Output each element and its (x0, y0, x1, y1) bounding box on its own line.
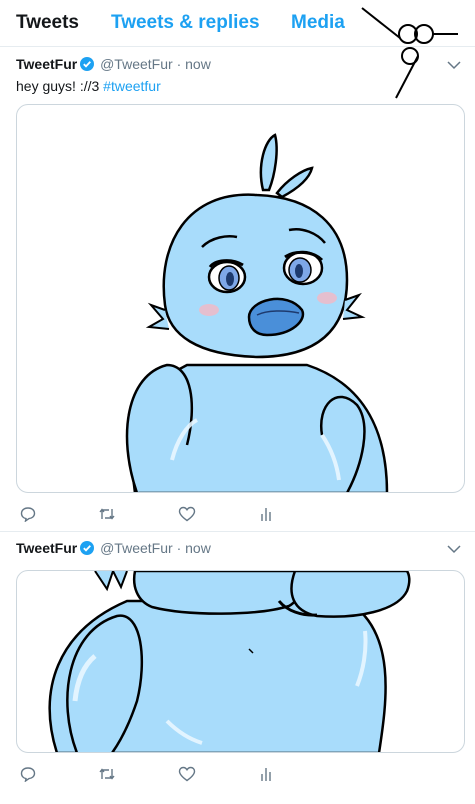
tab-tweets-and-replies[interactable]: Tweets & replies (111, 12, 260, 34)
tweet[interactable]: TweetFur @TweetFur · now (0, 532, 475, 804)
author-handle[interactable]: @TweetFur (100, 540, 173, 556)
timestamp[interactable]: now (185, 540, 211, 556)
chevron-down-icon[interactable] (447, 544, 461, 554)
tweet-header: TweetFur @TweetFur · now (16, 56, 211, 74)
tab-media[interactable]: Media (291, 12, 345, 34)
analytics-icon[interactable] (259, 766, 273, 782)
tweet-header: TweetFur @TweetFur · now (16, 540, 211, 558)
verified-badge-icon (80, 57, 95, 74)
retweet-icon[interactable] (98, 506, 116, 522)
retweet-icon[interactable] (98, 766, 116, 782)
separator-dot: · (176, 56, 182, 72)
tweet[interactable]: TweetFur @TweetFur · now hey guys! ://3 … (0, 46, 475, 532)
tweet-body: hey guys! ://3 (16, 78, 104, 94)
like-icon[interactable] (178, 506, 196, 522)
tab-tweets[interactable]: Tweets (16, 12, 79, 34)
separator-dot: · (176, 540, 182, 556)
reply-icon[interactable] (20, 766, 36, 782)
timestamp[interactable]: now (185, 56, 211, 72)
tweet-image[interactable] (16, 104, 465, 493)
chevron-down-icon[interactable] (447, 60, 461, 70)
tweet-actions (0, 506, 475, 530)
bird-character-illustration (48, 571, 411, 752)
profile-tabs: Tweets Tweets & replies Media (0, 0, 475, 99)
tweet-image[interactable] (16, 570, 465, 753)
hashtag-link[interactable]: #tweetfur (103, 78, 161, 94)
author-name[interactable]: TweetFur (16, 56, 77, 72)
author-handle[interactable]: @TweetFur (100, 56, 173, 72)
tweet-actions (0, 766, 475, 790)
bird-character-illustration (125, 133, 389, 492)
verified-badge-icon (80, 541, 95, 558)
tweet-text: hey guys! ://3 #tweetfur (16, 78, 161, 94)
reply-icon[interactable] (20, 506, 36, 522)
analytics-icon[interactable] (259, 506, 273, 522)
like-icon[interactable] (178, 766, 196, 782)
author-name[interactable]: TweetFur (16, 540, 77, 556)
